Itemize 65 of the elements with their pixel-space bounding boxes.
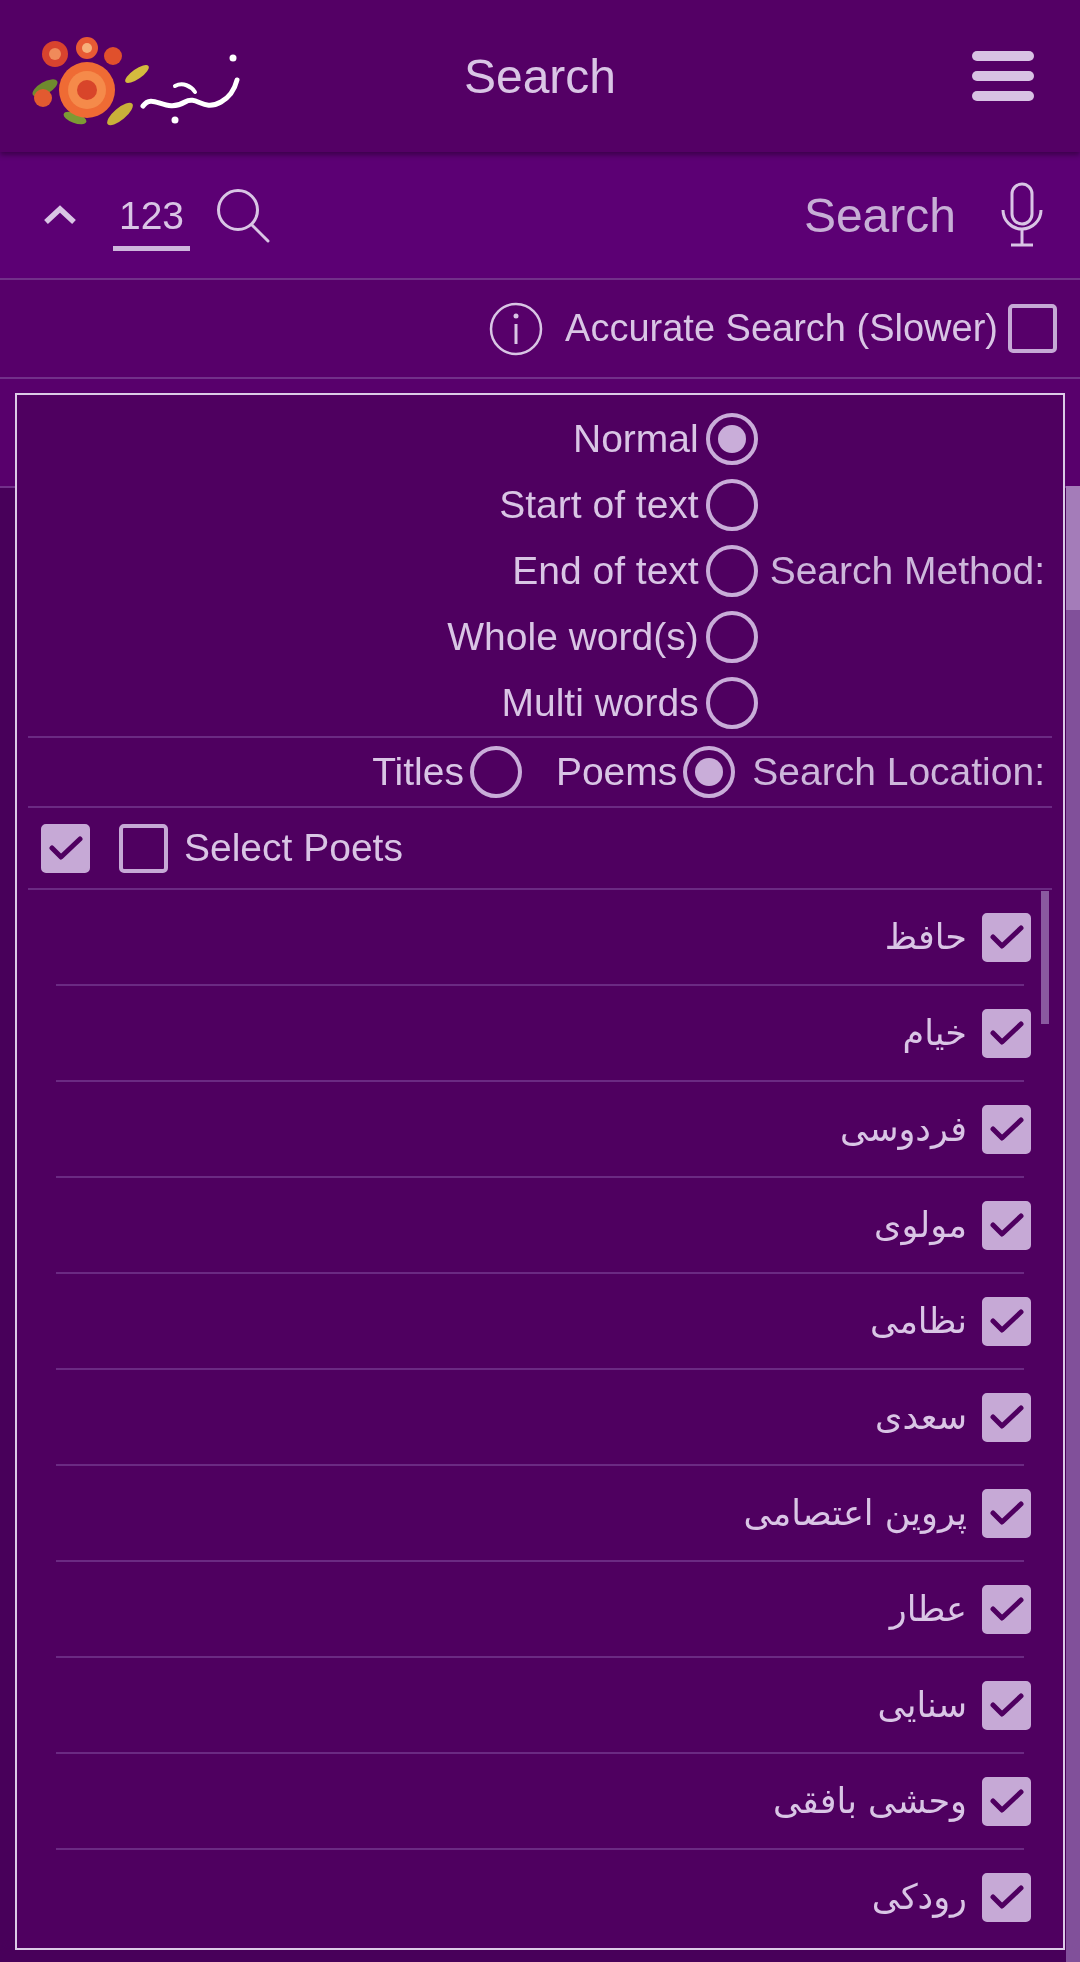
radio-button[interactable]: [683, 746, 736, 798]
option-label[interactable]: Multi words: [501, 681, 699, 725]
checkbox[interactable]: [982, 1584, 1031, 1634]
checkbox[interactable]: [982, 1104, 1031, 1154]
poet-name[interactable]: نظامی: [869, 1301, 967, 1341]
checkmark-icon: [989, 1596, 1024, 1622]
radio-button[interactable]: [705, 611, 758, 663]
checkmark-icon: [989, 1500, 1024, 1526]
search-icon[interactable]: [216, 187, 270, 243]
poet-name[interactable]: سنایی: [877, 1685, 967, 1725]
info-icon[interactable]: [489, 301, 544, 356]
checkmark-icon: [989, 1788, 1024, 1814]
page-title: Search: [463, 48, 617, 104]
radio-button[interactable]: [705, 413, 758, 465]
checkbox[interactable]: [982, 1200, 1031, 1250]
option-label[interactable]: Start of text: [499, 483, 699, 527]
option-label[interactable]: End of text: [512, 549, 699, 593]
checkmark-icon: [989, 1116, 1024, 1142]
poet-name[interactable]: حافظ: [884, 917, 967, 957]
option-label[interactable]: Poems: [555, 750, 678, 794]
checkmark-icon: [989, 1308, 1024, 1334]
poet-name[interactable]: مولوی: [874, 1205, 967, 1245]
checkbox[interactable]: [982, 1488, 1031, 1538]
checkbox[interactable]: [982, 1872, 1031, 1922]
menu-icon[interactable]: [972, 51, 1034, 101]
microphone-icon[interactable]: [1000, 182, 1044, 248]
radio-button[interactable]: [469, 746, 522, 798]
poet-name[interactable]: پروین اعتصامی: [743, 1493, 967, 1533]
radio-button[interactable]: [705, 479, 758, 531]
number-field[interactable]: 123: [113, 193, 190, 251]
checkmark-icon: [989, 1884, 1024, 1910]
option-label[interactable]: Titles: [372, 750, 464, 794]
checkbox[interactable]: [119, 823, 168, 873]
poet-name[interactable]: وحشی بافقی: [772, 1781, 967, 1821]
checkbox[interactable]: [982, 1776, 1031, 1826]
checkmark-icon: [989, 1404, 1024, 1430]
checkbox[interactable]: [41, 823, 90, 873]
chevron-up-icon[interactable]: [43, 205, 77, 225]
scrollbar-thumb[interactable]: [1041, 891, 1049, 1024]
poet-name[interactable]: سعدی: [875, 1397, 967, 1437]
checkbox[interactable]: [982, 1296, 1031, 1346]
section-label: Search Location:: [752, 750, 1045, 794]
section-label: Search Method:: [769, 549, 1045, 593]
poet-name[interactable]: عطار: [889, 1589, 967, 1629]
option-label[interactable]: Whole word(s): [447, 615, 699, 659]
radio-button[interactable]: [705, 545, 758, 597]
checkbox-label[interactable]: Select Poets: [184, 826, 403, 870]
checkbox[interactable]: [982, 1680, 1031, 1730]
radio-button[interactable]: [705, 677, 758, 729]
checkbox[interactable]: [982, 912, 1031, 962]
poet-name[interactable]: فردوسی: [839, 1109, 967, 1149]
option-label[interactable]: Normal: [573, 417, 699, 461]
poet-name[interactable]: رودکی: [871, 1877, 967, 1917]
scrollbar-thumb[interactable]: [1066, 486, 1080, 610]
checkmark-icon: [989, 924, 1024, 950]
search-bar[interactable]: 123 Search: [0, 152, 1080, 278]
checkbox[interactable]: [982, 1008, 1031, 1058]
checkmark-icon: [989, 1212, 1024, 1238]
checkmark-icon: [48, 835, 83, 861]
checkmark-icon: [989, 1020, 1024, 1046]
checkbox[interactable]: [1008, 304, 1057, 353]
checkmark-icon: [989, 1692, 1024, 1718]
checkbox-label[interactable]: Accurate Search (Slower): [565, 307, 998, 350]
poet-name[interactable]: خیام: [902, 1013, 967, 1053]
checkbox[interactable]: [982, 1392, 1031, 1442]
